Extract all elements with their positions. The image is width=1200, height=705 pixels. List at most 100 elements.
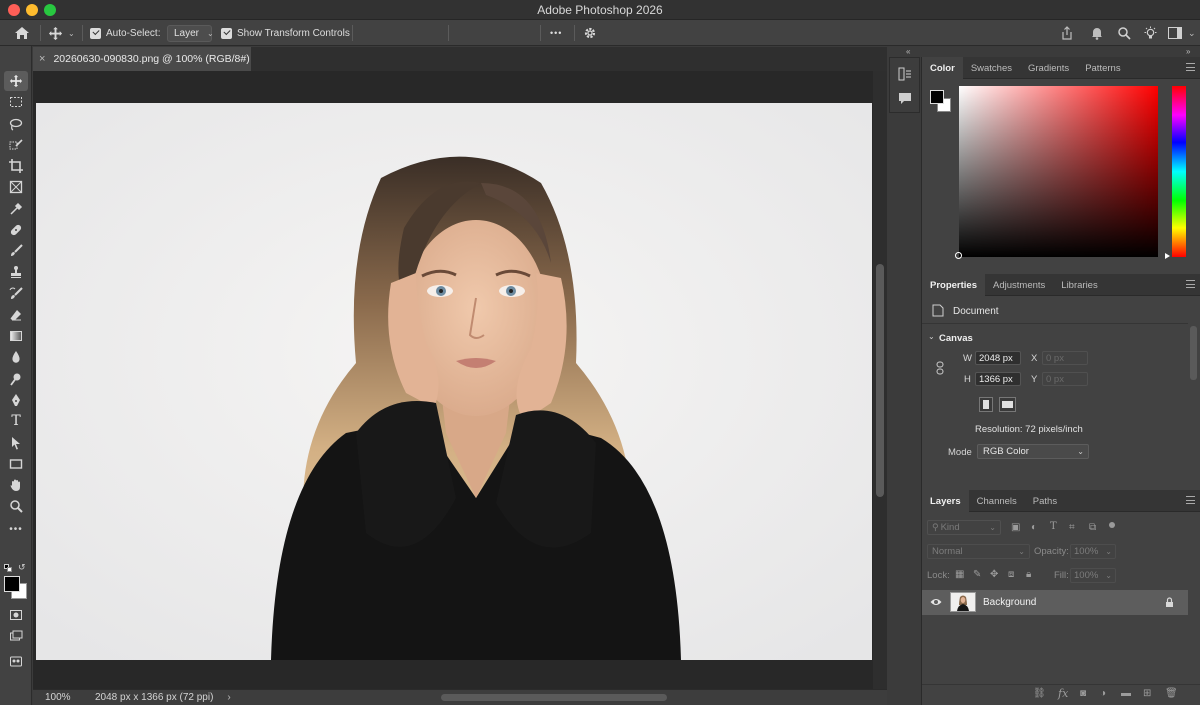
auto-select-target-dropdown[interactable]: Layer ⌄: [167, 20, 214, 46]
history-brush-tool-icon[interactable]: [4, 284, 28, 304]
move-tool-preset-picker[interactable]: ⌄: [48, 20, 75, 46]
eyedropper-tool-icon[interactable]: [4, 199, 28, 219]
horizontal-scroll-thumb[interactable]: [441, 694, 667, 701]
filter-shape-icon[interactable]: ⌗: [1069, 522, 1075, 533]
layer-locked-icon[interactable]: [1165, 597, 1174, 611]
tab-adjustments[interactable]: Adjustments: [985, 274, 1053, 296]
color-mode-dropdown[interactable]: RGB Color ⌄: [977, 444, 1089, 459]
close-tab-icon[interactable]: ×: [39, 53, 45, 65]
vertical-scrollbar[interactable]: [873, 71, 887, 689]
hand-tool-icon[interactable]: [4, 475, 28, 495]
foreground-color-swatch[interactable]: [4, 576, 20, 592]
filter-toggle-icon[interactable]: [1109, 522, 1115, 528]
gear-icon[interactable]: [583, 20, 597, 46]
panel-menu-icon[interactable]: [1186, 280, 1195, 288]
pen-tool-icon[interactable]: [4, 390, 28, 410]
clone-stamp-tool-icon[interactable]: [4, 262, 28, 282]
lock-artboard-icon[interactable]: ⧈: [1008, 569, 1014, 580]
chevron-down-icon[interactable]: ⌄: [1188, 20, 1196, 46]
new-layer-icon[interactable]: ⊞: [1143, 688, 1151, 699]
workspace-layout-icon[interactable]: [1168, 20, 1182, 46]
swap-colors-icon[interactable]: ↺: [18, 562, 26, 573]
marquee-tool-icon[interactable]: [4, 92, 28, 112]
canvas-y-input[interactable]: 0 px: [1042, 372, 1088, 386]
comments-panel-icon[interactable]: [898, 92, 912, 108]
more-options-button[interactable]: •••: [550, 20, 562, 46]
brush-tool-icon[interactable]: [4, 241, 28, 261]
canvas-x-input[interactable]: 0 px: [1042, 351, 1088, 365]
show-transform-controls-checkbox[interactable]: Show Transform Controls: [221, 20, 350, 46]
fill-input[interactable]: 100% ⌄: [1070, 568, 1116, 583]
lock-transparent-pixels-icon[interactable]: ▦: [955, 569, 964, 580]
lock-image-pixels-icon[interactable]: ✎: [973, 569, 981, 580]
canvas-width-input[interactable]: 2048 px: [975, 351, 1021, 365]
layer-row-background[interactable]: Background: [922, 590, 1188, 615]
color-field-picker[interactable]: [955, 86, 1158, 259]
collapse-dock-icon[interactable]: «: [906, 47, 910, 57]
share-icon[interactable]: [1060, 20, 1074, 46]
tab-gradients[interactable]: Gradients: [1020, 57, 1077, 79]
document-tab[interactable]: × 20260630-090830.png @ 100% (RGB/8#): [33, 47, 251, 71]
panel-menu-icon[interactable]: [1186, 496, 1195, 504]
edit-toolbar-icon[interactable]: •••: [4, 519, 28, 539]
canvas-section-title[interactable]: Canvas: [939, 333, 973, 344]
tab-channels[interactable]: Channels: [969, 490, 1025, 512]
canvas-height-input[interactable]: 1366 px: [975, 372, 1021, 386]
landscape-orientation-icon[interactable]: [999, 397, 1016, 412]
vertical-scroll-thumb[interactable]: [876, 264, 884, 497]
properties-scroll-thumb[interactable]: [1190, 326, 1197, 380]
foreground-color-chip[interactable]: [930, 90, 944, 104]
filter-adjustment-icon[interactable]: ◐: [1031, 522, 1037, 533]
auto-select-checkbox[interactable]: Auto-Select:: [90, 20, 160, 46]
quick-mask-icon[interactable]: [4, 605, 28, 625]
lock-position-icon[interactable]: ✥: [990, 569, 998, 580]
screen-mode-icon[interactable]: [4, 626, 28, 646]
portrait-orientation-icon[interactable]: [979, 397, 993, 412]
color-picker-handle[interactable]: [955, 252, 962, 259]
collapse-panels-icon[interactable]: »: [1186, 47, 1190, 57]
dodge-tool-icon[interactable]: [4, 369, 28, 389]
add-mask-icon[interactable]: ◙: [1080, 688, 1086, 699]
hue-slider[interactable]: [1172, 86, 1186, 257]
status-menu-arrow[interactable]: ›: [227, 692, 230, 703]
opacity-input[interactable]: 100% ⌄: [1070, 544, 1116, 559]
panel-menu-icon[interactable]: [1186, 63, 1195, 71]
layer-style-fx-button[interactable]: fx: [1058, 687, 1068, 700]
home-icon[interactable]: [14, 20, 30, 46]
tab-paths[interactable]: Paths: [1025, 490, 1065, 512]
tab-layers[interactable]: Layers: [922, 490, 969, 512]
tab-color[interactable]: Color: [922, 57, 963, 79]
generative-icon[interactable]: [4, 651, 28, 671]
filter-pixel-icon[interactable]: ▣: [1011, 522, 1020, 533]
search-icon[interactable]: [1117, 20, 1131, 46]
blur-tool-icon[interactable]: [4, 347, 28, 367]
link-layers-icon[interactable]: ⛓︎: [1033, 688, 1046, 699]
tab-properties[interactable]: Properties: [922, 274, 985, 296]
new-adjustment-layer-icon[interactable]: ◑: [1100, 688, 1106, 699]
gradient-tool-icon[interactable]: [4, 326, 28, 346]
default-colors-icon[interactable]: [4, 564, 12, 572]
tab-swatches[interactable]: Swatches: [963, 57, 1020, 79]
hue-slider-handle[interactable]: [1165, 253, 1170, 259]
blend-mode-dropdown[interactable]: Normal ⌄: [927, 544, 1030, 559]
new-group-folder-icon[interactable]: ▬: [1121, 688, 1131, 699]
filter-type-icon[interactable]: T: [1050, 521, 1057, 532]
frame-tool-icon[interactable]: [4, 177, 28, 197]
tab-libraries[interactable]: Libraries: [1053, 274, 1105, 296]
zoom-tool-icon[interactable]: [4, 496, 28, 516]
chevron-down-icon[interactable]: ⌄: [928, 332, 935, 341]
object-selection-tool-icon[interactable]: [4, 135, 28, 155]
crop-tool-icon[interactable]: [4, 156, 28, 176]
layer-name[interactable]: Background: [983, 597, 1036, 608]
document-canvas[interactable]: [36, 103, 872, 660]
lock-all-icon[interactable]: 🔒︎: [1026, 569, 1031, 580]
history-panel-icon[interactable]: [898, 67, 912, 84]
layer-filter-dropdown[interactable]: ⚲ Kind ⌄: [927, 520, 1001, 535]
eraser-tool-icon[interactable]: [4, 305, 28, 325]
lightbulb-icon[interactable]: [1143, 20, 1158, 46]
link-icon[interactable]: [935, 361, 945, 378]
filter-smart-object-icon[interactable]: ⧉: [1089, 522, 1096, 533]
move-tool-icon[interactable]: [4, 71, 28, 91]
bell-icon[interactable]: [1090, 20, 1104, 46]
tab-patterns[interactable]: Patterns: [1077, 57, 1128, 79]
